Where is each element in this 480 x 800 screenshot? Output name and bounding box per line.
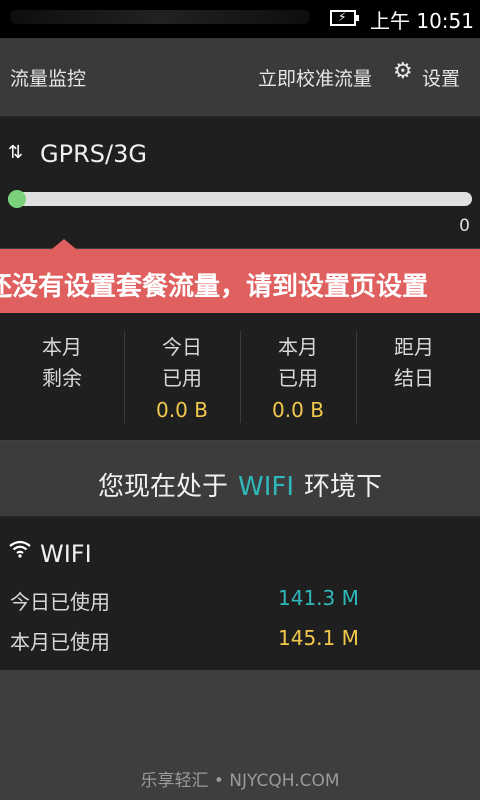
warning-banner[interactable]: 还没有设置套餐流量，请到设置页设置	[0, 249, 480, 313]
gprs-progress-bar	[8, 192, 472, 206]
app-header: 流量监控 立即校准流量 ⚙ 设置	[0, 38, 480, 116]
wifi-notice-highlight: WIFI	[238, 472, 294, 502]
stat-month-used: 本月 已用 0.0 B	[240, 313, 356, 440]
gprs-label: GPRS/3G	[40, 140, 147, 168]
wifi-section: WIFI 今日已使用 141.3 M 本月已使用 145.1 M	[0, 518, 480, 670]
wifi-notice-prefix: 您现在处于	[97, 472, 228, 502]
stat-value: 0.0 B	[272, 398, 324, 422]
calibrate-button[interactable]: 立即校准流量	[258, 64, 372, 91]
stats-panel: 本月 剩余 今日 已用 0.0 B 本月 已用 0.0 B 距月 结日	[0, 313, 480, 440]
stat-value: 0.0 B	[156, 398, 208, 422]
banner-pointer	[52, 239, 76, 249]
stat-label-line2: 已用	[278, 366, 318, 390]
notification-icons	[10, 10, 310, 24]
stat-label-line1: 本月	[278, 335, 318, 359]
stat-days-to-reset: 距月 结日	[356, 313, 472, 440]
stat-label-line2: 剩余	[42, 366, 82, 390]
wifi-icon	[9, 540, 31, 558]
wifi-notice: 您现在处于 WIFI 环境下	[0, 444, 480, 516]
stat-label-line1: 今日	[162, 335, 202, 359]
gprs-max-value: 0	[459, 216, 470, 236]
wifi-notice-suffix: 环境下	[304, 472, 383, 502]
stat-label-line1: 距月	[394, 335, 434, 359]
wifi-month-value: 145.1 M	[278, 626, 359, 650]
gprs-section: ⇅ GPRS/3G 0	[0, 118, 480, 248]
settings-button[interactable]: 设置	[422, 64, 460, 91]
gprs-progress-indicator	[8, 190, 26, 208]
wifi-today-label: 今日已使用	[10, 590, 110, 614]
status-bar: ⚡ 上午 10:51	[0, 0, 480, 38]
warning-text: 还没有设置套餐流量，请到设置页设置	[0, 272, 429, 302]
footer-watermark: 乐享轻汇 • NJYCQH.COM	[140, 771, 340, 791]
stat-label-line2: 结日	[394, 366, 434, 390]
stat-month-remaining: 本月 剩余	[4, 313, 120, 440]
wifi-notice-text: 您现在处于 WIFI 环境下	[0, 466, 480, 503]
stat-label-line2: 已用	[162, 366, 202, 390]
wifi-today-value: 141.3 M	[278, 586, 359, 610]
battery-icon: ⚡	[330, 10, 359, 26]
data-transfer-icon: ⇅	[8, 142, 24, 163]
wifi-label: WIFI	[40, 540, 92, 568]
status-time: 上午 10:51	[370, 9, 474, 33]
wifi-month-label: 本月已使用	[10, 630, 110, 654]
page-title: 流量监控	[10, 68, 87, 90]
stat-label-line1: 本月	[42, 335, 82, 359]
stat-today-used: 今日 已用 0.0 B	[124, 313, 240, 440]
gear-icon[interactable]: ⚙	[393, 61, 415, 83]
